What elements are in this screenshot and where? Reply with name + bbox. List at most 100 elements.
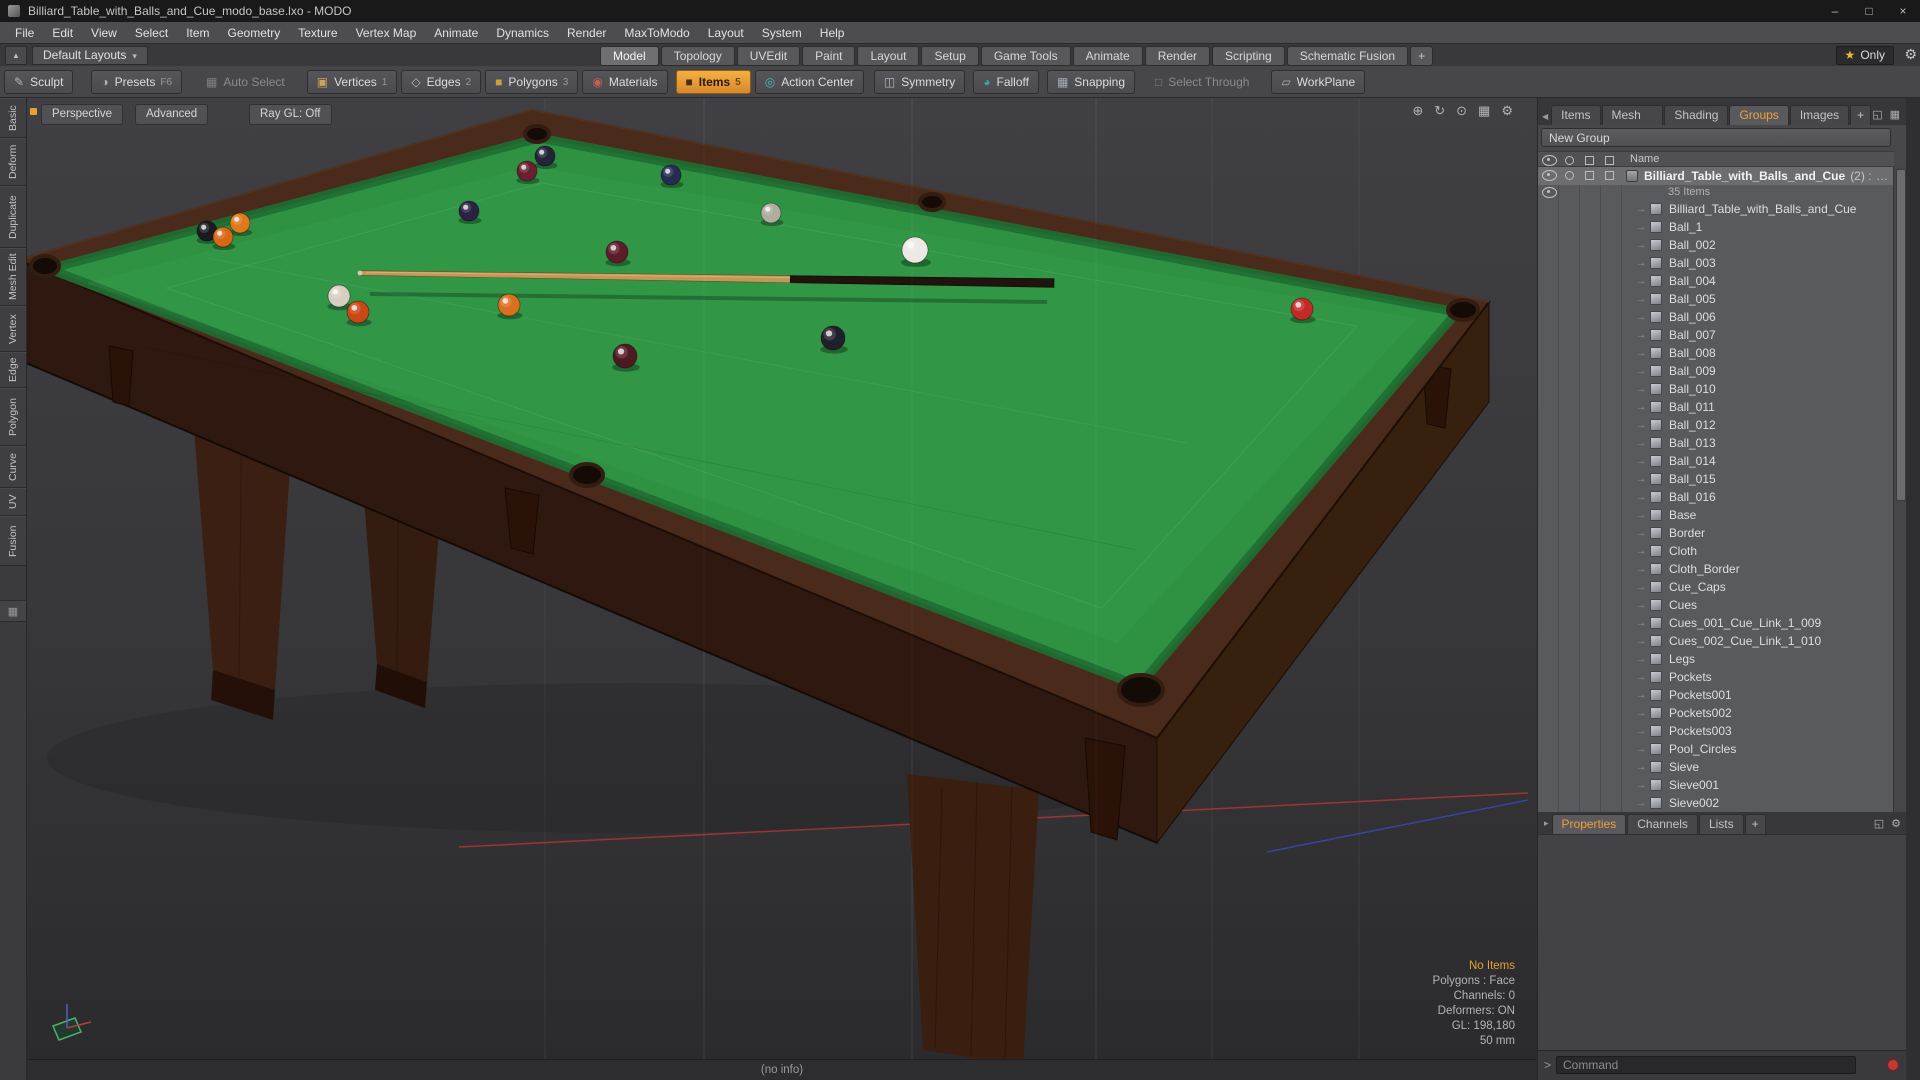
window-close-button[interactable]: × xyxy=(1886,0,1920,22)
panel-tab-shading[interactable]: Shading xyxy=(1664,105,1729,125)
toolbar-select-through-button[interactable]: □ Select Through xyxy=(1145,70,1259,94)
tree-item-ball-005[interactable]: → Ball_005 xyxy=(1538,290,1894,308)
tree-root-group-row[interactable]: Billiard_Table_with_Balls_and_Cue (2) : … xyxy=(1538,167,1894,185)
panel-tab-channels[interactable]: Channels xyxy=(1627,814,1698,834)
toolbar-polygons-button[interactable]: ■ Polygons 3 xyxy=(485,70,579,94)
menu-system[interactable]: System xyxy=(753,22,811,44)
toolbar-edges-button[interactable]: ◇ Edges 2 xyxy=(401,70,482,94)
layout-tab-setup[interactable]: Setup xyxy=(921,46,979,66)
toolbar-materials-button[interactable]: ◉ Materials xyxy=(582,70,668,94)
tree-item-ball-1[interactable]: → Ball_1 xyxy=(1538,218,1894,236)
layout-tab-uvedit[interactable]: UVEdit xyxy=(736,46,801,66)
visibility-eye-icon[interactable] xyxy=(1542,187,1557,198)
menu-maxtomodo[interactable]: MaxToModo xyxy=(615,22,698,44)
tree-item-cloth[interactable]: → Cloth xyxy=(1538,542,1894,560)
tree-scrollbar[interactable] xyxy=(1893,167,1906,812)
menu-help[interactable]: Help xyxy=(811,22,854,44)
layout-up-button[interactable]: ▲ xyxy=(5,46,27,65)
tree-item-sieve002[interactable]: → Sieve002 xyxy=(1538,794,1894,812)
toolbar-vertices-button[interactable]: ▣ Vertices 1 xyxy=(306,70,398,94)
panel-menu-icon[interactable]: ▦ xyxy=(1890,108,1900,121)
gear-icon[interactable]: ⚙ xyxy=(1904,46,1917,63)
render-toggle-icon[interactable] xyxy=(1565,171,1574,180)
tree-item-ball-011[interactable]: → Ball_011 xyxy=(1538,398,1894,416)
tree-item-ball-003[interactable]: → Ball_003 xyxy=(1538,254,1894,272)
only-toggle-button[interactable]: ★ Only xyxy=(1835,46,1894,65)
toolbar-snapping-button[interactable]: ▦ Snapping xyxy=(1046,70,1136,94)
tree-item-legs[interactable]: → Legs xyxy=(1538,650,1894,668)
command-input[interactable] xyxy=(1556,1056,1856,1074)
tree-item-cues-001-cue-link-1-009[interactable]: → Cues_001_Cue_Link_1_009 xyxy=(1538,614,1894,632)
viewport-3d[interactable]: Perspective Advanced Ray GL: Off ⊕ ↻ ⊙ ▦ ⚙ No … xyxy=(27,98,1537,1059)
menu-animate[interactable]: Animate xyxy=(425,22,487,44)
menu-view[interactable]: View xyxy=(82,22,126,44)
visibility-eye-icon[interactable] xyxy=(1542,170,1557,181)
layout-tab-animate[interactable]: Animate xyxy=(1072,46,1143,66)
tree-item-ball-009[interactable]: → Ball_009 xyxy=(1538,362,1894,380)
layout-tab-schematic-fusion[interactable]: Schematic Fusion xyxy=(1286,46,1409,66)
tree-scrollbar-thumb[interactable] xyxy=(1896,169,1906,501)
menu-render[interactable]: Render xyxy=(558,22,615,44)
toolbar-falloff-button[interactable]: ◕ Falloff xyxy=(973,70,1039,94)
tree-item-ball-010[interactable]: → Ball_010 xyxy=(1538,380,1894,398)
side-tab-edge[interactable]: Edge xyxy=(0,352,26,388)
toolbar-symmetry-button[interactable]: ◫ Symmetry xyxy=(873,70,966,94)
tree-item-ball-004[interactable]: → Ball_004 xyxy=(1538,272,1894,290)
add-panel-tab-button[interactable]: + xyxy=(1850,105,1872,125)
panel-tab-items[interactable]: Items xyxy=(1551,105,1601,125)
tree-item-ball-002[interactable]: → Ball_002 xyxy=(1538,236,1894,254)
scroll-tabs-left-icon[interactable]: ◀ xyxy=(1542,112,1548,121)
panel-tab-lists[interactable]: Lists xyxy=(1698,814,1744,834)
tree-item-sieve001[interactable]: → Sieve001 xyxy=(1538,776,1894,794)
tree-item-ball-015[interactable]: → Ball_015 xyxy=(1538,470,1894,488)
toolbar-auto-select-button[interactable]: ▦ Auto Select xyxy=(196,70,295,94)
tree-item-pockets[interactable]: → Pockets xyxy=(1538,668,1894,686)
toolbar-items-button[interactable]: ■ Items 5 xyxy=(675,70,751,94)
add-panel-tab-button[interactable]: + xyxy=(1744,814,1766,834)
side-tab-curve[interactable]: Curve xyxy=(0,446,26,488)
side-tab-vertex[interactable]: Vertex xyxy=(0,306,26,352)
layout-tab-render[interactable]: Render xyxy=(1144,46,1211,66)
layout-tab-topology[interactable]: Topology xyxy=(660,46,735,66)
toolbar-workplane-button[interactable]: ▱ WorkPlane xyxy=(1271,70,1366,94)
panel-tab-properties[interactable]: Properties xyxy=(1551,814,1627,834)
tree-item-ball-012[interactable]: → Ball_012 xyxy=(1538,416,1894,434)
window-minimize-button[interactable]: – xyxy=(1818,0,1852,22)
layout-switcher-button[interactable]: Default Layouts ▾ xyxy=(32,46,148,65)
panel-tab-groups[interactable]: Groups xyxy=(1729,105,1789,125)
menu-item[interactable]: Item xyxy=(177,22,218,44)
side-tab-mesh-edit[interactable]: Mesh Edit xyxy=(0,248,26,306)
toolbar-action-center-button[interactable]: ◎ Action Center xyxy=(754,70,864,94)
menu-edit[interactable]: Edit xyxy=(43,22,82,44)
expand-panel-icon[interactable]: ◱ xyxy=(1874,817,1884,830)
tree-item-base[interactable]: → Base xyxy=(1538,506,1894,524)
side-tab-fusion[interactable]: Fusion xyxy=(0,516,26,566)
layout-tab-paint[interactable]: Paint xyxy=(802,46,856,66)
tree-item-billiard-table-with-balls-and-cue[interactable]: → Billiard_Table_with_Balls_and_Cue xyxy=(1538,200,1894,218)
record-indicator-icon[interactable] xyxy=(1887,1059,1899,1071)
panel-tab-images[interactable]: Images xyxy=(1789,105,1850,125)
tree-item-ball-013[interactable]: → Ball_013 xyxy=(1538,434,1894,452)
toolbar-sculpt-button[interactable]: ✎ Sculpt xyxy=(4,70,74,94)
side-tab-uv[interactable]: UV xyxy=(0,488,26,516)
tree-item-cues[interactable]: → Cues xyxy=(1538,596,1894,614)
side-tab-basic[interactable]: Basic xyxy=(0,98,26,138)
menu-layout[interactable]: Layout xyxy=(699,22,753,44)
menu-dynamics[interactable]: Dynamics xyxy=(487,22,558,44)
tree-item-cue-caps[interactable]: → Cue_Caps xyxy=(1538,578,1894,596)
tree-item-ball-016[interactable]: → Ball_016 xyxy=(1538,488,1894,506)
side-tab-polygon[interactable]: Polygon xyxy=(0,388,26,446)
workplane-popover-icon[interactable]: ▦ xyxy=(0,600,26,622)
tree-item-pockets002[interactable]: → Pockets002 xyxy=(1538,704,1894,722)
tree-item-border[interactable]: → Border xyxy=(1538,524,1894,542)
tree-item-ball-006[interactable]: → Ball_006 xyxy=(1538,308,1894,326)
panel-tab-mesh-ops[interactable]: Mesh Ops xyxy=(1601,105,1664,141)
menu-geometry[interactable]: Geometry xyxy=(219,22,290,44)
tree-item-pockets001[interactable]: → Pockets001 xyxy=(1538,686,1894,704)
toolbar-presets-button[interactable]: ◑ Presets F6 xyxy=(91,70,183,94)
menu-texture[interactable]: Texture xyxy=(289,22,346,44)
tree-item-pockets003[interactable]: → Pockets003 xyxy=(1538,722,1894,740)
tree-item-pool-circles[interactable]: → Pool_Circles xyxy=(1538,740,1894,758)
side-tab-deform[interactable]: Deform xyxy=(0,138,26,186)
menu-file[interactable]: File xyxy=(6,22,43,44)
